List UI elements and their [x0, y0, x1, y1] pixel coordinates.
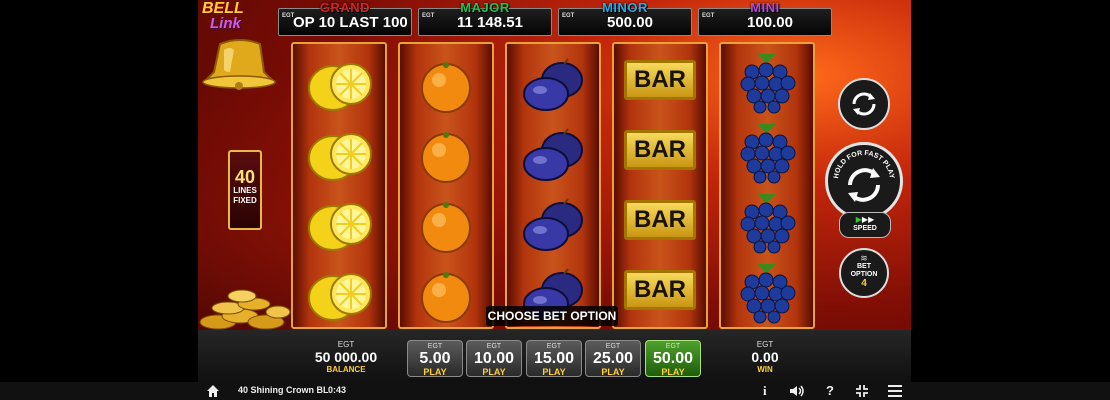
- bet-play: PLAY: [542, 367, 566, 377]
- bet-value: 5.00: [419, 350, 451, 367]
- grapes-icon: [740, 264, 796, 324]
- grapes-icon: [740, 54, 796, 114]
- bar-icon: BAR: [624, 130, 696, 170]
- plum-icon: [523, 198, 583, 251]
- clock: 0:43: [328, 385, 347, 395]
- bet-button-2[interactable]: EGT 10.00 PLAY: [466, 340, 522, 377]
- fixed-label: FIXED: [233, 196, 257, 205]
- bet-button-4[interactable]: EGT 25.00 PLAY: [585, 340, 641, 377]
- plum-icon: [523, 58, 583, 111]
- bet-value: 50.00: [652, 350, 694, 367]
- jackpot-value: 11 148.51: [457, 14, 523, 31]
- bet-option-value: 4: [861, 278, 867, 289]
- bar-text: BAR: [634, 276, 686, 303]
- gold-coins-icon: [199, 289, 291, 330]
- golden-bell-icon: [201, 39, 277, 90]
- home-icon[interactable]: [206, 384, 220, 398]
- speed-button[interactable]: ▶▶▶ SPEED: [839, 212, 891, 238]
- jackpot-value: OP 10 LAST 100: [293, 14, 407, 31]
- lemon-icon: [308, 203, 372, 251]
- jackpot-name: MINOR: [602, 0, 648, 15]
- speed-icon: ▶▶▶: [855, 215, 875, 224]
- win-label: WIN: [757, 365, 773, 374]
- win-display: EGT 0.00 WIN: [736, 340, 794, 374]
- lines-label: LINES: [233, 186, 257, 195]
- orange-icon: [421, 202, 471, 253]
- balance-display: EGT 50 000.00 BALANCE: [300, 340, 392, 374]
- bet-play: PLAY: [423, 367, 447, 377]
- status-bar: 40 Shining Crown BL 0:43 i ?: [0, 382, 1110, 400]
- bet-value: 10.00: [473, 350, 515, 367]
- win-egt: EGT: [756, 340, 774, 349]
- spin-arrows-icon: [848, 168, 880, 202]
- game-title: 40 Shining Crown BL: [238, 385, 329, 395]
- win-value: 0.00: [751, 349, 779, 365]
- jackpot-name: MAJOR: [460, 0, 510, 15]
- lines-count: 40: [234, 167, 256, 187]
- menu-icon[interactable]: [888, 385, 902, 397]
- reel-3: [505, 42, 601, 329]
- bet-play: PLAY: [661, 367, 685, 377]
- bet-button-5[interactable]: EGT 50.00 PLAY: [645, 340, 701, 377]
- speed-label: SPEED: [853, 225, 877, 232]
- choose-bet-text: CHOOSE BET OPTION: [487, 309, 617, 323]
- grapes-icon: [740, 124, 796, 184]
- lemon-icon: [308, 273, 372, 321]
- jackpot-mini: MINI EGT 100.00: [698, 0, 832, 36]
- reel-1: [291, 42, 387, 329]
- bet-value: 15.00: [533, 350, 575, 367]
- lines-fixed-badge: 40 LINES FIXED: [228, 150, 262, 230]
- spin-button[interactable]: HOLD FOR FAST PLAY: [825, 142, 903, 220]
- egt-mark: EGT: [702, 13, 715, 19]
- jackpot-major: MAJOR EGT 11 148.51: [418, 0, 552, 36]
- autoplay-button[interactable]: [838, 78, 890, 130]
- orange-icon: [421, 272, 471, 323]
- bar-icon: BAR: [624, 270, 696, 310]
- info-icon[interactable]: i: [763, 383, 767, 399]
- reel-5: [719, 42, 815, 329]
- jackpot-grand: GRAND EGT OP 10 LAST 100: [278, 0, 412, 36]
- jackpot-minor: MINOR EGT 500.00: [558, 0, 692, 36]
- bar-text: BAR: [634, 136, 686, 163]
- game-area: BELL Link 40 LINES FIXED GRAND EGT OP 10…: [198, 0, 911, 382]
- fullscreen-icon[interactable]: [856, 385, 868, 397]
- bar-text: BAR: [634, 66, 686, 93]
- bar-text: BAR: [634, 206, 686, 233]
- orange-icon: [421, 132, 471, 183]
- chips-icon: ≋: [860, 253, 868, 263]
- plum-icon: [523, 128, 583, 181]
- egt-mark: EGT: [422, 13, 435, 19]
- reel-2: [398, 42, 494, 329]
- lemon-icon: [308, 63, 372, 111]
- bar-icon: BAR: [624, 60, 696, 100]
- egt-mark: EGT: [562, 13, 575, 19]
- bet-button-1[interactable]: EGT 5.00 PLAY: [407, 340, 463, 377]
- bar-icon: BAR: [624, 200, 696, 240]
- bet-option-label-1: BET: [857, 263, 871, 270]
- jackpot-value: 100.00: [747, 14, 793, 31]
- bell-link-logo: BELL Link: [200, 0, 260, 40]
- balance-label: BALANCE: [326, 365, 366, 374]
- logo-word-link: Link: [210, 15, 241, 32]
- balance-egt: EGT: [337, 340, 355, 349]
- egt-mark: EGT: [282, 13, 295, 19]
- jackpot-value: 500.00: [607, 14, 653, 31]
- sound-icon[interactable]: [789, 385, 805, 397]
- jackpot-name: GRAND: [319, 0, 371, 15]
- bet-play: PLAY: [482, 367, 506, 377]
- jackpot-name: MINI: [750, 0, 780, 15]
- bet-value: 25.00: [592, 350, 634, 367]
- refresh-icon: [852, 92, 876, 116]
- help-icon[interactable]: ?: [826, 383, 834, 398]
- lemon-icon: [308, 133, 372, 181]
- choose-bet-banner: CHOOSE BET OPTION: [486, 306, 618, 326]
- orange-icon: [421, 62, 471, 113]
- reel-4: BAR BAR BAR BAR: [612, 42, 708, 329]
- balance-value: 50 000.00: [314, 349, 378, 365]
- bet-button-3[interactable]: EGT 15.00 PLAY: [526, 340, 582, 377]
- bet-play: PLAY: [601, 367, 625, 377]
- grapes-icon: [740, 194, 796, 254]
- bet-option-button[interactable]: ≋ BET OPTION 4: [839, 248, 889, 298]
